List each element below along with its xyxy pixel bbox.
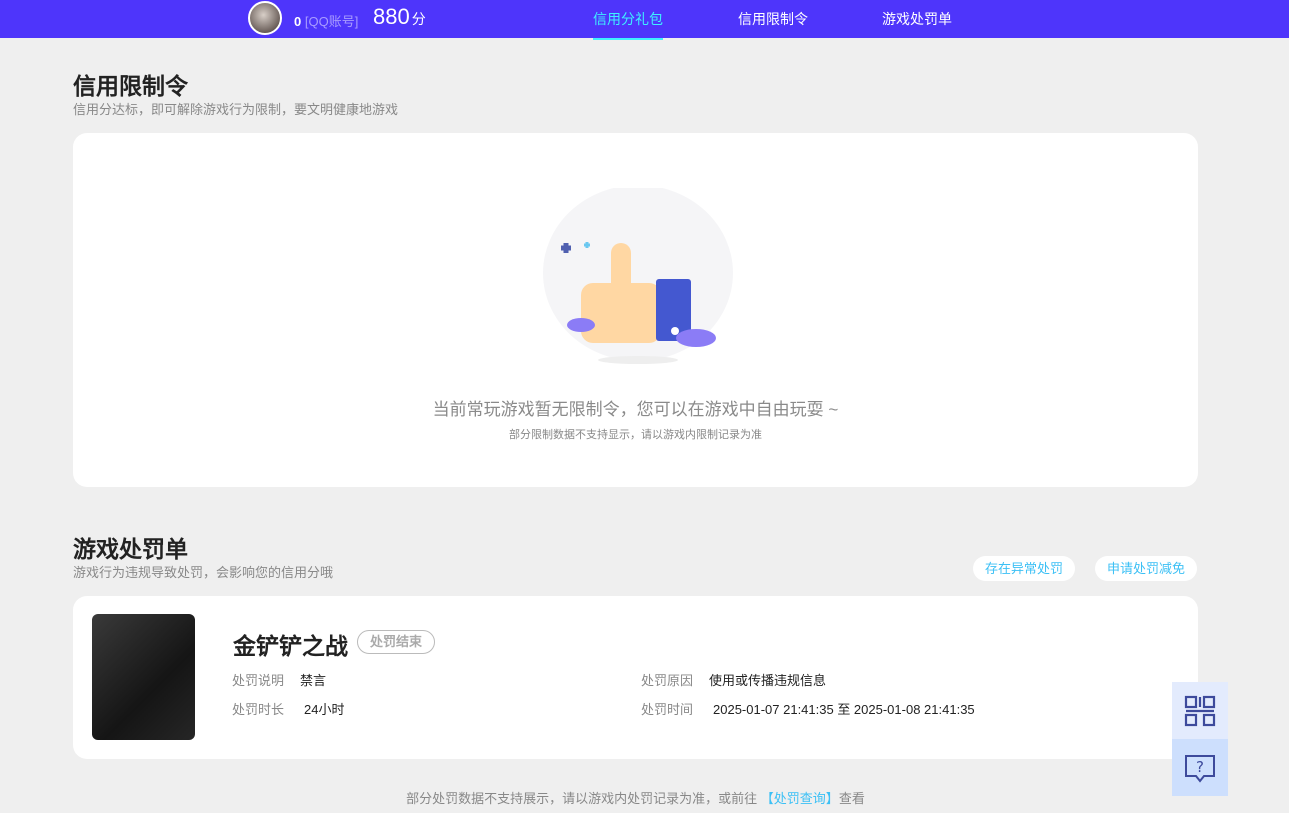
tab-credit-gift[interactable]: 信用分礼包 [593, 9, 663, 40]
help-question-icon: ? [1185, 754, 1215, 783]
reason-label: 处罚原因 [641, 673, 694, 688]
credit-score: 880 分 [373, 4, 426, 30]
penalty-query-link[interactable]: 【处罚查询】 [761, 791, 839, 806]
penalty-card: 金铲铲之战 处罚结束 处罚说明 禁言 处罚原因 使用或传播违规信息 处罚时长 2… [73, 596, 1198, 759]
footer-note: 部分处罚数据不支持展示，请以游戏内处罚记录为准，或前往 【处罚查询】查看 [0, 788, 1271, 807]
empty-note: 部分限制数据不支持显示，请以游戏内限制记录为准 [509, 429, 762, 441]
score-unit: 分 [411, 11, 426, 27]
game-thumbnail [92, 614, 195, 740]
empty-message: 当前常玩游戏暂无限制令，您可以在游戏中自由玩耍 ~ [432, 400, 839, 419]
top-bar: 0 [QQ账号] 880 分 信用分礼包 信用限制令 游戏处罚单 [0, 0, 1289, 40]
time-label: 处罚时间 [641, 702, 694, 717]
status-badge: 处罚结束 [357, 630, 436, 654]
penalty-title: 游戏处罚单 [73, 536, 188, 562]
desc-value: 禁言 [300, 673, 327, 688]
desc-label: 处罚说明 [232, 673, 285, 688]
duration-value: 24小时 [304, 702, 345, 717]
qr-code-icon [1184, 695, 1216, 726]
avatar[interactable] [248, 1, 282, 35]
tab-game-penalty[interactable]: 游戏处罚单 [882, 9, 952, 29]
restriction-subtitle: 信用分达标，即可解除游戏行为限制，要文明健康地游戏 [73, 102, 399, 117]
account-info: 0 [QQ账号] [294, 11, 358, 30]
penalty-subtitle: 游戏行为违规导致处罚，会影响您的信用分哦 [73, 565, 334, 580]
penalty-reduction-button[interactable]: 申请处罚减免 [1095, 556, 1198, 581]
abnormal-penalty-button[interactable]: 存在异常处罚 [973, 556, 1076, 581]
help-button[interactable]: ? [1172, 739, 1228, 796]
restriction-title: 信用限制令 [73, 73, 188, 99]
reason-value: 使用或传播违规信息 [709, 673, 827, 688]
svg-text:?: ? [1196, 758, 1204, 776]
time-value: 2025-01-07 21:41:35 至 2025-01-08 21:41:3… [713, 702, 975, 717]
thumbs-up-illustration [543, 188, 733, 364]
tab-credit-restriction[interactable]: 信用限制令 [738, 9, 808, 29]
account-type: [QQ账号] [304, 14, 359, 29]
account-id: 0 [294, 14, 302, 29]
duration-label: 处罚时长 [232, 702, 285, 717]
footer-text-end: 查看 [838, 791, 865, 806]
score-value: 880 [373, 4, 410, 29]
qr-code-button[interactable] [1172, 682, 1228, 739]
game-name: 金铲铲之战 [233, 633, 348, 659]
footer-text: 部分处罚数据不支持展示，请以游戏内处罚记录为准，或前往 [406, 791, 761, 806]
restriction-card: 当前常玩游戏暂无限制令，您可以在游戏中自由玩耍 ~ 部分限制数据不支持显示，请以… [73, 133, 1198, 487]
